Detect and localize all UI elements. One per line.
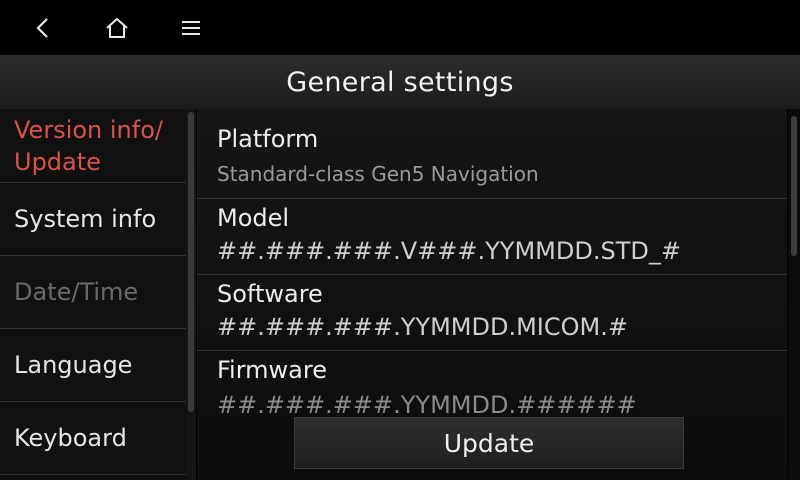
home-icon <box>106 17 128 38</box>
model-row: Model ##.###.###.V###.YYMMDD.STD_# <box>197 199 787 275</box>
menu-button[interactable] <box>171 8 211 48</box>
model-label: Model <box>217 204 290 232</box>
platform-label: Platform <box>217 125 319 153</box>
sidebar-item-label: System info <box>14 205 157 233</box>
sidebar: Version info/ Update System info Date/Ti… <box>0 109 186 480</box>
page-title: General settings <box>286 66 514 98</box>
software-row: Software ##.###.###.YYMMDD.MICOM.# <box>197 275 787 351</box>
model-value: ##.###.###.V###.YYMMDD.STD_# <box>217 237 681 265</box>
back-button[interactable] <box>23 8 63 48</box>
update-button[interactable]: Update <box>294 417 684 469</box>
sidebar-item-language[interactable]: Language <box>0 329 186 402</box>
sidebar-scrollbar-thumb[interactable] <box>188 112 194 412</box>
firmware-label: Firmware <box>217 356 327 384</box>
sidebar-item-version-info-update[interactable]: Version info/ Update <box>0 109 186 183</box>
update-button-label: Update <box>443 428 535 458</box>
sidebar-item-system-info[interactable]: System info <box>0 183 186 256</box>
title-bar: General settings <box>0 55 800 109</box>
sidebar-item-date-time: Date/Time <box>0 256 186 329</box>
firmware-value: ##.###.###.YYMMDD.###### <box>217 391 637 419</box>
software-value: ##.###.###.YYMMDD.MICOM.# <box>217 313 628 341</box>
hamburger-menu-icon <box>182 21 200 35</box>
home-button[interactable] <box>97 8 137 48</box>
sidebar-item-label: Version info/ <box>14 115 163 144</box>
sidebar-item-keyboard[interactable]: Keyboard <box>0 402 186 475</box>
chevron-left-icon <box>36 18 48 38</box>
sidebar-item-label: Language <box>14 351 133 379</box>
content-scrollbar-thumb[interactable] <box>791 116 797 256</box>
sidebar-item-label: Update <box>14 147 101 176</box>
sidebar-item-label: Keyboard <box>14 424 127 452</box>
software-label: Software <box>217 280 323 308</box>
platform-row: Platform Standard-class Gen5 Navigation <box>197 109 787 199</box>
sidebar-item-label: Date/Time <box>14 278 139 306</box>
platform-value: Standard-class Gen5 Navigation <box>217 162 539 186</box>
top-nav-bar <box>0 0 800 55</box>
